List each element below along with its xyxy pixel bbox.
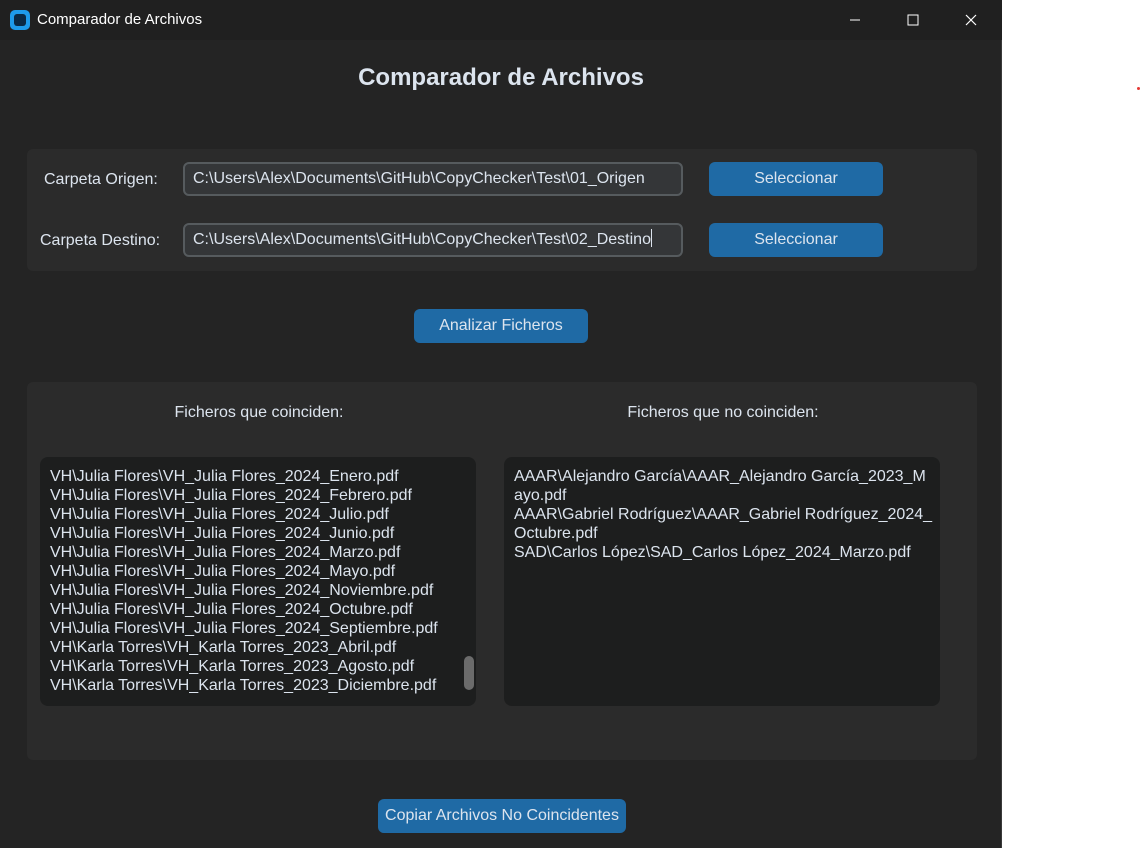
list-item[interactable]: SAD\Carlos López\SAD_Carlos López_2024_M… [514, 543, 934, 562]
list-item[interactable]: VH\Julia Flores\VH_Julia Flores_2024_Oct… [50, 600, 438, 619]
list-item[interactable]: VH\Julia Flores\VH_Julia Flores_2024_Jul… [50, 505, 438, 524]
list-item[interactable]: VH\Julia Flores\VH_Julia Flores_2024_Ene… [50, 467, 438, 486]
list-item[interactable]: VH\Julia Flores\VH_Julia Flores_2024_May… [50, 562, 438, 581]
list-item[interactable]: VH\Julia Flores\VH_Julia Flores_2024_Nov… [50, 581, 438, 600]
maximize-button[interactable] [884, 0, 942, 40]
matching-files-list[interactable]: VH\Julia Flores\VH_Julia Flores_2024_Ene… [40, 457, 476, 706]
origin-folder-value: C:\Users\Alex\Documents\GitHub\CopyCheck… [193, 170, 645, 187]
list-item[interactable]: VH\Julia Flores\VH_Julia Flores_2024_Jun… [50, 524, 438, 543]
list-item[interactable]: AAAR\Gabriel Rodríguez\AAAR_Gabriel Rodr… [514, 505, 934, 543]
list-item[interactable]: VH\Karla Torres\VH_Karla Torres_2023_Abr… [50, 638, 438, 657]
app-icon [10, 10, 30, 30]
list-item[interactable]: AAAR\Alejandro García\AAAR_Alejandro Gar… [514, 467, 934, 505]
list-item[interactable]: VH\Karla Torres\VH_Karla Torres_2023_Ago… [50, 657, 438, 676]
non-matching-files-items: AAAR\Alejandro García\AAAR_Alejandro Gar… [514, 467, 934, 562]
non-matching-files-label: Ficheros que no coinciden: [627, 404, 819, 421]
destination-folder-value: C:\Users\Alex\Documents\GitHub\CopyCheck… [193, 231, 651, 248]
matching-list-scrollbar[interactable] [464, 656, 474, 690]
minimize-icon [850, 19, 860, 21]
analyze-files-button[interactable]: Analizar Ficheros [414, 309, 588, 343]
destination-folder-input[interactable]: C:\Users\Alex\Documents\GitHub\CopyCheck… [183, 223, 683, 257]
select-destination-button[interactable]: Seleccionar [709, 223, 883, 257]
app-window: Comparador de Archivos Comparador de Arc… [0, 0, 1002, 848]
copy-non-matching-button[interactable]: Copiar Archivos No Coincidentes [378, 799, 626, 833]
destination-folder-label: Carpeta Destino: [40, 232, 161, 249]
origin-folder-input[interactable]: C:\Users\Alex\Documents\GitHub\CopyCheck… [183, 162, 683, 196]
close-button[interactable] [942, 0, 1000, 40]
minimize-button[interactable] [826, 0, 884, 40]
text-caret [650, 229, 652, 247]
matching-files-label: Ficheros que coinciden: [174, 404, 344, 421]
title-bar: Comparador de Archivos [0, 0, 1002, 40]
page-title: Comparador de Archivos [358, 64, 644, 91]
window-title: Comparador de Archivos [37, 11, 203, 28]
non-matching-files-list[interactable]: AAAR\Alejandro García\AAAR_Alejandro Gar… [504, 457, 940, 706]
select-origin-button[interactable]: Seleccionar [709, 162, 883, 196]
list-item[interactable]: VH\Julia Flores\VH_Julia Flores_2024_Feb… [50, 486, 438, 505]
list-item[interactable]: VH\Julia Flores\VH_Julia Flores_2024_Mar… [50, 543, 438, 562]
red-dot [1137, 87, 1140, 90]
maximize-icon [907, 14, 919, 26]
list-item[interactable]: VH\Karla Torres\VH_Karla Torres_2023_Dic… [50, 676, 438, 695]
close-icon [965, 14, 977, 26]
list-item[interactable]: VH\Julia Flores\VH_Julia Flores_2024_Sep… [50, 619, 438, 638]
origin-folder-label: Carpeta Origen: [44, 171, 158, 188]
matching-files-items: VH\Julia Flores\VH_Julia Flores_2024_Ene… [50, 467, 438, 695]
